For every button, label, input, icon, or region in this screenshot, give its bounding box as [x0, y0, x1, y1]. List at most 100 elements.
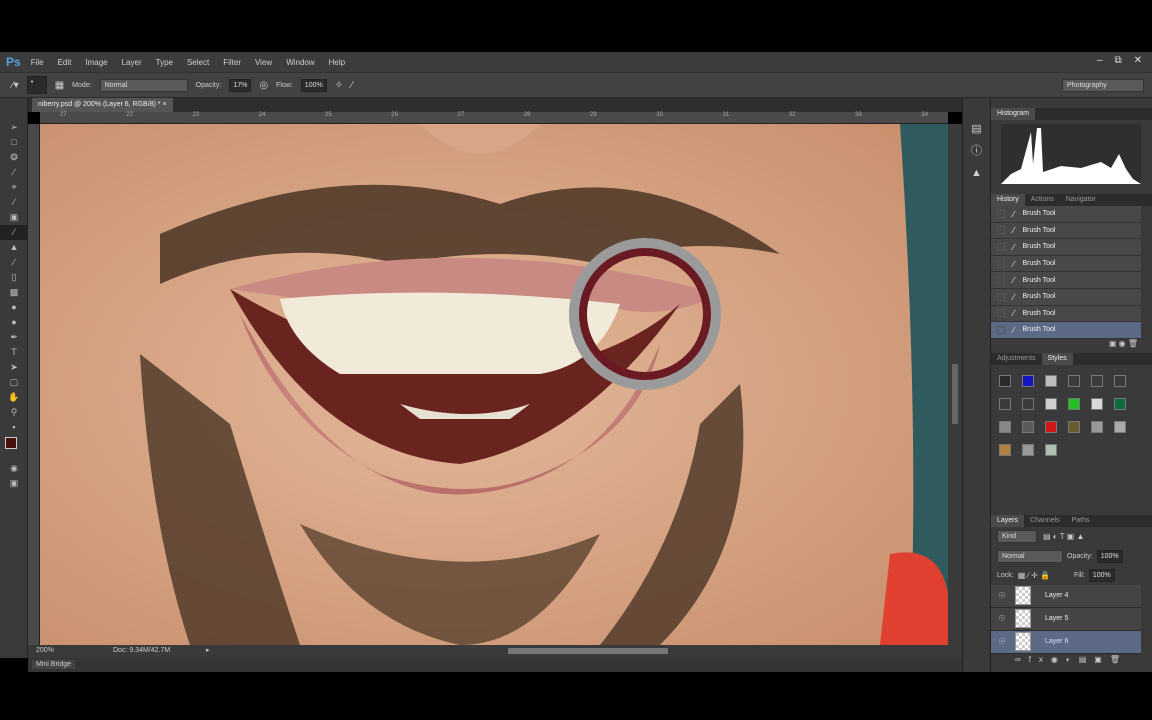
- style-swatch[interactable]: [1022, 443, 1034, 456]
- tab-navigator[interactable]: Navigator: [1060, 194, 1102, 206]
- shape-tool-icon[interactable]: ▢: [0, 375, 28, 390]
- layer-row-selected[interactable]: ☉ Layer 6: [991, 630, 1141, 654]
- menu-layer[interactable]: Layer: [122, 58, 142, 67]
- path-selection-tool-icon[interactable]: ➤: [0, 360, 28, 375]
- style-swatch[interactable]: [1022, 374, 1034, 387]
- history-item[interactable]: ∕ Brush Tool: [991, 239, 1141, 256]
- tab-history[interactable]: History: [991, 194, 1025, 206]
- style-swatch[interactable]: [1045, 443, 1057, 456]
- brush-tool-icon[interactable]: ∕: [0, 225, 28, 240]
- visibility-eye-icon[interactable]: ☉: [995, 637, 1009, 646]
- style-swatch[interactable]: [1068, 420, 1080, 433]
- horizontal-scrollbar[interactable]: [508, 648, 668, 654]
- history-brush-tool-icon[interactable]: ∕: [0, 255, 28, 270]
- lock-icons[interactable]: ▦ ∕ ✛ 🔒: [1018, 571, 1050, 580]
- move-tool-icon[interactable]: ➢: [0, 120, 28, 135]
- gradient-tool-icon[interactable]: ▩: [0, 285, 28, 300]
- menu-help[interactable]: Help: [329, 58, 345, 67]
- restore-icon[interactable]: ⧉: [1114, 55, 1121, 66]
- style-swatch[interactable]: [1114, 397, 1126, 410]
- history-item[interactable]: ∕ Brush Tool: [991, 206, 1141, 223]
- dodge-tool-icon[interactable]: ●: [0, 315, 28, 330]
- blur-tool-icon[interactable]: ●: [0, 300, 28, 315]
- style-swatch[interactable]: [999, 397, 1011, 410]
- quick-mask-icon[interactable]: ◉: [0, 461, 28, 476]
- foreground-color[interactable]: [5, 437, 17, 449]
- pressure-opacity-icon[interactable]: ◎: [259, 80, 268, 91]
- document-tab[interactable]: niberry.psd @ 200% (Layer 6, RGB/8) * ×: [32, 98, 173, 112]
- flow-input[interactable]: 100%: [300, 78, 327, 92]
- layer-opacity-input[interactable]: 100%: [1096, 550, 1123, 564]
- tab-styles[interactable]: Styles: [1041, 352, 1073, 365]
- layer-filter-select[interactable]: Kind: [997, 530, 1037, 544]
- tab-adjustments[interactable]: Adjustments: [991, 353, 1042, 365]
- workspace-select[interactable]: Photography: [1062, 78, 1144, 92]
- zoom-tool-icon[interactable]: ⚲: [0, 405, 28, 420]
- healing-brush-tool-icon[interactable]: ▣: [0, 210, 28, 225]
- eyedropper-tool-icon[interactable]: ∕: [0, 195, 28, 210]
- close-icon[interactable]: ✕: [1134, 55, 1142, 66]
- style-swatch[interactable]: [1045, 420, 1057, 433]
- style-swatch[interactable]: [1114, 420, 1126, 433]
- crop-tool-icon[interactable]: ⌖: [0, 180, 28, 195]
- style-swatch[interactable]: [999, 420, 1011, 433]
- minimize-icon[interactable]: –: [1097, 55, 1103, 66]
- layer-row[interactable]: ☉ Layer 4: [991, 584, 1141, 608]
- history-item[interactable]: ∕ Brush Tool: [991, 222, 1141, 240]
- status-menu-arrow-icon[interactable]: ▸: [206, 646, 210, 654]
- style-swatch[interactable]: [1045, 374, 1057, 387]
- menu-select[interactable]: Select: [187, 58, 209, 67]
- tab-channels[interactable]: Channels: [1024, 515, 1066, 527]
- history-item[interactable]: ∕ Brush Tool: [991, 255, 1141, 273]
- airbrush-icon[interactable]: ✧: [335, 80, 343, 91]
- vertical-scrollbar[interactable]: [948, 124, 962, 645]
- tab-paths[interactable]: Paths: [1066, 515, 1096, 527]
- menu-image[interactable]: Image: [85, 58, 107, 67]
- tab-histogram[interactable]: Histogram: [991, 108, 1035, 120]
- history-item[interactable]: ∕ Brush Tool: [991, 305, 1141, 323]
- history-item-selected[interactable]: ∕ Brush Tool: [991, 322, 1141, 339]
- histogram-panel-icon[interactable]: ▤: [963, 118, 990, 140]
- marquee-tool-icon[interactable]: □: [0, 135, 28, 150]
- document-canvas[interactable]: [40, 124, 948, 645]
- brush-size-picker[interactable]: •: [26, 76, 47, 94]
- menu-view[interactable]: View: [255, 58, 272, 67]
- tab-actions[interactable]: Actions: [1025, 194, 1060, 206]
- info-panel-icon[interactable]: ⓘ: [963, 140, 990, 162]
- style-swatch[interactable]: [999, 374, 1011, 387]
- brush-panel-icon[interactable]: ▦: [55, 80, 64, 91]
- screen-mode-icon[interactable]: ▣: [0, 476, 28, 491]
- pressure-size-icon[interactable]: ∕: [351, 80, 353, 91]
- color-swatches[interactable]: [0, 435, 27, 461]
- history-item[interactable]: ∕ Brush Tool: [991, 288, 1141, 306]
- style-swatch[interactable]: [1068, 374, 1080, 387]
- delete-state-icon[interactable]: 🗑: [1128, 339, 1138, 348]
- blend-mode-select[interactable]: Normal: [997, 550, 1063, 564]
- layer-row[interactable]: ☉ Layer 5: [991, 607, 1141, 631]
- visibility-eye-icon[interactable]: ☉: [995, 591, 1009, 600]
- pen-tool-icon[interactable]: ✒: [0, 330, 28, 345]
- filter-icons[interactable]: ▤ ◐ T ▣ ▲: [1043, 532, 1084, 541]
- style-swatch[interactable]: [1045, 397, 1057, 410]
- style-swatch[interactable]: [999, 443, 1011, 456]
- style-swatch[interactable]: [1091, 420, 1103, 433]
- quick-select-tool-icon[interactable]: ∕: [0, 165, 28, 180]
- fill-input[interactable]: 100%: [1088, 569, 1115, 583]
- style-swatch[interactable]: [1022, 397, 1034, 410]
- visibility-eye-icon[interactable]: ☉: [995, 614, 1009, 623]
- style-swatch[interactable]: [1022, 420, 1034, 433]
- close-tab-icon[interactable]: ×: [162, 101, 166, 108]
- menu-file[interactable]: File: [31, 58, 44, 67]
- clone-stamp-tool-icon[interactable]: ▲: [0, 240, 28, 255]
- style-swatch[interactable]: [1068, 397, 1080, 410]
- style-swatch[interactable]: [1091, 374, 1103, 387]
- snapshot-icon[interactable]: ◉: [1119, 339, 1126, 348]
- mini-bridge-tab[interactable]: Mini Bridge: [32, 660, 76, 669]
- layers-footer-icons[interactable]: ∞fx◉◐▤▣🗑: [991, 655, 1152, 669]
- menu-edit[interactable]: Edit: [58, 58, 72, 67]
- brush-tool-preset-icon[interactable]: ∕▾: [12, 80, 19, 91]
- menu-type[interactable]: Type: [156, 58, 173, 67]
- default-colors-icon[interactable]: ▪: [0, 420, 28, 435]
- zoom-level[interactable]: 200%: [36, 647, 54, 654]
- hand-tool-icon[interactable]: ✋: [0, 390, 28, 405]
